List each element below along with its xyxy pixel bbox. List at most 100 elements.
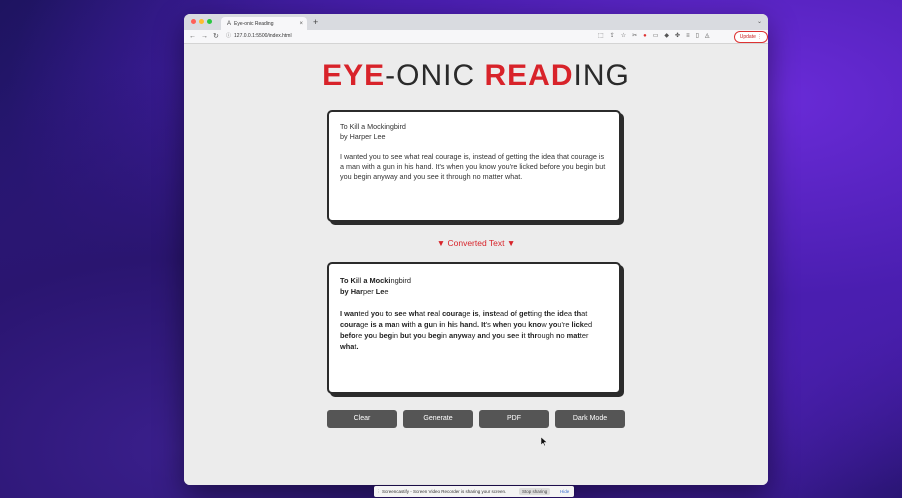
output-word-rest: ead: [495, 309, 509, 318]
output-word-bold: inst: [482, 309, 496, 318]
output-word-bold: mat: [566, 331, 580, 340]
profile-icon[interactable]: ◬: [705, 32, 710, 41]
title-onic: -ONIC: [385, 59, 485, 92]
output-word-bold: an: [477, 331, 486, 340]
output-word-rest: ed: [583, 320, 593, 329]
minimize-window-button[interactable]: [199, 19, 204, 24]
back-arrow-icon[interactable]: ←: [189, 31, 196, 42]
extension-icon[interactable]: ●: [643, 32, 647, 41]
extension-icons: ⬚ ⇪ ☆ ✂ ● ▭ ◆ ✤ ≡ ▯ ◬: [598, 32, 710, 41]
generate-button[interactable]: Generate: [403, 410, 473, 428]
pdf-button[interactable]: PDF: [479, 410, 549, 428]
page-content: EYE-ONIC READING To Kill a Mockingbird b…: [184, 44, 768, 485]
button-row: Clear Generate PDF Dark Mode: [327, 410, 625, 428]
output-word-bold: wan: [344, 309, 359, 318]
output-word-rest: u: [379, 309, 384, 318]
output-word-bold: wh: [408, 309, 419, 318]
tab-bar: A Eye-onic Reading × + ⌄: [184, 14, 768, 30]
stop-sharing-button[interactable]: Stop sharing: [519, 488, 551, 495]
sidebar-icon[interactable]: ▯: [696, 32, 699, 41]
extension-icon[interactable]: ✂: [632, 32, 637, 41]
output-word-bold: is: [370, 320, 377, 329]
output-word-rest: ting: [530, 309, 542, 318]
mouse-cursor-icon: [540, 433, 548, 451]
output-word-bold: yo: [413, 331, 422, 340]
input-book-title: To Kill a Mockingbird: [340, 122, 406, 131]
output-word-bold: th: [544, 309, 552, 318]
extension-icon[interactable]: ▭: [653, 32, 659, 41]
site-info-icon[interactable]: ⓘ: [226, 33, 231, 39]
title-ing: ING: [573, 59, 630, 92]
zoom-window-button[interactable]: [207, 19, 212, 24]
output-blank-line: [340, 297, 608, 308]
output-line: before you begin but you begin anyway an…: [340, 330, 608, 352]
tab-close-icon[interactable]: ×: [299, 21, 303, 27]
screen-share-bar: ⋮ Screencastify - Screen Video Recorder …: [374, 486, 574, 497]
output-word-bold: se: [506, 331, 516, 340]
page-title: EYE-ONIC READING: [184, 58, 768, 94]
install-icon[interactable]: ⬚: [598, 32, 604, 41]
output-word-bold: yo: [492, 331, 501, 340]
update-label: Update: [739, 34, 756, 40]
output-word-bold: by: [340, 287, 349, 296]
output-word-bold: bu: [400, 331, 410, 340]
output-word-rest: ea: [563, 309, 573, 318]
output-word-bold: lick: [571, 320, 584, 329]
output-word-bold: wi: [401, 320, 410, 329]
converted-text-label: ▼ Converted Text ▼: [436, 238, 516, 248]
tab-search-icon[interactable]: ⌄: [757, 18, 762, 25]
clear-button[interactable]: Clear: [327, 410, 397, 428]
output-panel: To Kill a Mockingbird by Harper Lee I want…: [327, 262, 621, 394]
output-word-bold: beg: [379, 331, 393, 340]
reading-list-icon[interactable]: ≡: [686, 32, 690, 41]
url-text: 127.0.0.1:5500/index.html: [234, 33, 292, 39]
output-word-rest: per: [363, 287, 374, 296]
title-read: READ: [484, 59, 574, 92]
output-word-rest: o: [560, 331, 565, 340]
tab-eye-onic-reading[interactable]: A Eye-onic Reading ×: [221, 17, 307, 30]
input-textarea[interactable]: To Kill a Mockingbird by Harper Lee I wa…: [327, 110, 621, 222]
output-word-bold: thr: [527, 331, 538, 340]
output-word-bold: Ki: [350, 276, 358, 285]
output-word-bold: yo: [513, 320, 523, 329]
output-word-bold: get: [518, 309, 531, 318]
puzzle-icon[interactable]: ✤: [675, 32, 680, 41]
reload-icon[interactable]: ↻: [213, 31, 219, 42]
output-word-rest: u're: [557, 320, 570, 329]
input-author: by Harper Lee: [340, 132, 386, 141]
window-controls: [191, 19, 212, 24]
output-word-bold: yo: [364, 331, 373, 340]
output-word-rest: th: [409, 320, 416, 329]
output-word-rest: at: [581, 309, 588, 318]
output-word-bold: Har: [350, 287, 364, 296]
output-word-bold: coura: [340, 320, 361, 329]
title-eye: EYE: [322, 59, 386, 92]
output-word-bold: se: [394, 309, 403, 318]
browser-window: A Eye-onic Reading × + ⌄ ← → ↻ ⓘ 127.0.0.…: [184, 14, 768, 485]
output-word-bold: id: [557, 309, 564, 318]
drag-handle-icon[interactable]: ⋮: [376, 486, 381, 497]
output-word-bold: Mocki: [369, 276, 391, 285]
update-button[interactable]: Update ⋮: [734, 31, 768, 43]
output-word-bold: beg: [428, 331, 442, 340]
hide-button[interactable]: Hide: [560, 486, 569, 497]
output-word-bold: gu: [423, 320, 433, 329]
output-word-bold: .: [356, 342, 359, 351]
favicon-icon: A: [227, 20, 232, 27]
output-word-bold: wha: [340, 342, 355, 351]
extension-icon[interactable]: ◆: [664, 32, 669, 41]
address-bar[interactable]: ⓘ 127.0.0.1:5500/index.html: [226, 31, 292, 42]
output-line: I wanted you to see what real courage is…: [340, 308, 608, 319]
share-icon[interactable]: ⇪: [610, 32, 615, 41]
output-word-bold: kno: [528, 320, 542, 329]
input-body: I wanted you to see what real courage is…: [340, 152, 606, 181]
bookmark-star-icon[interactable]: ☆: [621, 32, 626, 41]
output-word-rest: ter: [579, 331, 589, 340]
output-word-bold: befo: [340, 331, 356, 340]
forward-arrow-icon[interactable]: →: [201, 31, 208, 42]
new-tab-button[interactable]: +: [313, 17, 318, 27]
dark-mode-button[interactable]: Dark Mode: [555, 410, 625, 428]
output-word-rest: 's: [485, 320, 491, 329]
close-window-button[interactable]: [191, 19, 196, 24]
output-word-rest: ngbird: [390, 276, 411, 285]
